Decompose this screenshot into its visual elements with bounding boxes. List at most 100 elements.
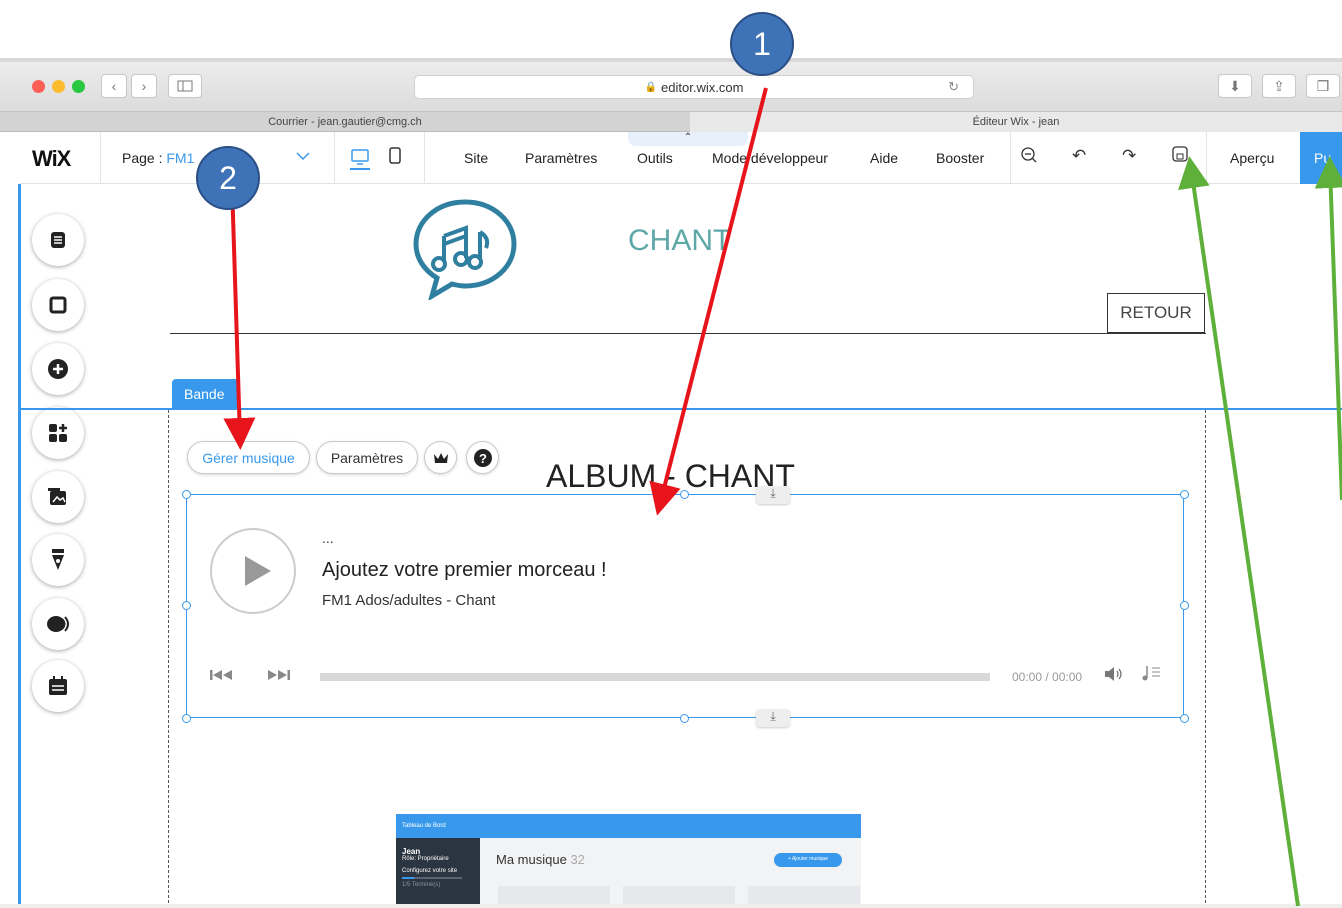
back-button[interactable]: RETOUR bbox=[1107, 293, 1205, 333]
add-apps-icon[interactable] bbox=[32, 407, 84, 459]
gridline-right bbox=[1205, 410, 1206, 908]
dashboard-header: Tableau de Bord bbox=[396, 814, 861, 838]
dashboard-setup-label: Configurez votre site bbox=[402, 868, 458, 874]
undo-icon[interactable]: ↶ bbox=[1072, 146, 1086, 166]
bookings-calendar-icon[interactable] bbox=[32, 660, 84, 712]
playlist-icon[interactable] bbox=[1142, 664, 1162, 685]
bottom-edge bbox=[0, 904, 1342, 908]
media-icon[interactable] bbox=[32, 471, 84, 523]
tabs-overview-icon[interactable]: ❐ bbox=[1306, 74, 1340, 98]
divider bbox=[334, 132, 335, 184]
help-icon[interactable]: ? bbox=[466, 441, 499, 474]
manage-music-button[interactable]: Gérer musique bbox=[187, 441, 310, 474]
previous-track-icon[interactable] bbox=[210, 668, 234, 684]
desktop-view-icon[interactable] bbox=[350, 146, 376, 170]
resize-handle[interactable] bbox=[1180, 714, 1189, 723]
tab-wix-editor[interactable]: Éditeur Wix - jean bbox=[690, 112, 1342, 132]
resize-handle[interactable] bbox=[680, 490, 689, 499]
play-button[interactable] bbox=[210, 528, 296, 614]
crown-upgrade-icon[interactable] bbox=[424, 441, 457, 474]
dashboard-setup-progress: 1/5 Terminé(s) bbox=[402, 882, 441, 888]
divider bbox=[1206, 132, 1207, 184]
minimize-window-button[interactable] bbox=[52, 80, 65, 93]
dashboard-setup-bar bbox=[402, 877, 462, 879]
dashboard-screenshot: Tableau de Bord Jean Rôle: Propriétaire … bbox=[396, 814, 861, 908]
track-title: Ajoutez votre premier morceau ! bbox=[322, 559, 607, 581]
strip-label[interactable]: Bande bbox=[172, 379, 239, 408]
address-bar[interactable]: 🔒 editor.wix.com ↻ bbox=[414, 75, 974, 99]
downloads-icon[interactable]: ⬇ bbox=[1218, 74, 1252, 98]
sidebar-toggle-icon[interactable] bbox=[168, 74, 202, 98]
page-name: FM1 bbox=[166, 150, 195, 166]
preview-button[interactable]: Aperçu bbox=[1230, 150, 1274, 166]
chevron-down-icon[interactable] bbox=[296, 148, 310, 164]
mac-menubar bbox=[0, 0, 1342, 62]
svg-text:?: ? bbox=[479, 451, 487, 466]
widget-settings-button[interactable]: Paramètres bbox=[316, 441, 418, 474]
volume-icon[interactable] bbox=[1104, 667, 1124, 684]
resize-handle[interactable] bbox=[182, 601, 191, 610]
menu-dev-mode[interactable]: Mode développeur bbox=[712, 150, 828, 166]
close-window-button[interactable] bbox=[32, 80, 45, 93]
pages-menu-icon[interactable] bbox=[32, 214, 84, 266]
zoom-out-icon[interactable] bbox=[1020, 146, 1038, 169]
resize-handle[interactable] bbox=[1180, 601, 1189, 610]
strip-selection-line bbox=[21, 408, 1342, 410]
track-time: 00:00 / 00:00 bbox=[1012, 670, 1083, 684]
site-title: CHANT bbox=[628, 224, 732, 257]
music-chat-logo bbox=[410, 196, 520, 305]
next-track-icon[interactable] bbox=[268, 668, 292, 684]
back-icon[interactable]: ‹ bbox=[101, 74, 127, 98]
browser-toolbar: ‹ › 🔒 editor.wix.com ↻ ⬇ ⇪ ❐ bbox=[0, 62, 1342, 112]
pen-blog-icon[interactable] bbox=[32, 534, 84, 586]
header-divider bbox=[170, 333, 1206, 334]
tab-mail[interactable]: Courrier - jean.gautier@cmg.ch bbox=[0, 112, 690, 132]
reload-icon[interactable]: ↻ bbox=[948, 79, 959, 95]
divider bbox=[1010, 132, 1011, 184]
menu-tools[interactable]: Outils bbox=[637, 150, 673, 166]
page-label: Page : bbox=[122, 150, 167, 166]
dashboard-section-label: Ma musique bbox=[496, 852, 567, 867]
lock-icon: 🔒 bbox=[644, 81, 658, 93]
canvas-edge bbox=[18, 184, 21, 908]
stretch-handle-icon[interactable]: ⤓ bbox=[756, 709, 790, 727]
green-arrow-save bbox=[1178, 156, 1300, 907]
forward-icon[interactable]: › bbox=[131, 74, 157, 98]
stretch-handle-icon[interactable]: ⤓ bbox=[756, 486, 790, 504]
divider bbox=[100, 132, 101, 184]
share-icon[interactable]: ⇪ bbox=[1262, 74, 1296, 98]
green-arrow-publish bbox=[1314, 156, 1342, 501]
resize-handle[interactable] bbox=[1180, 490, 1189, 499]
background-icon[interactable] bbox=[32, 279, 84, 331]
resize-handle[interactable] bbox=[680, 714, 689, 723]
resize-handle[interactable] bbox=[182, 490, 191, 499]
dashboard-add-music-button: + Ajouter musique bbox=[774, 853, 842, 867]
redo-icon[interactable]: ↷ bbox=[1122, 146, 1136, 166]
annotation-badge-1: 1 bbox=[730, 12, 794, 76]
dashboard-user-role: Rôle: Propriétaire bbox=[402, 856, 449, 862]
mobile-view-icon[interactable] bbox=[388, 146, 408, 168]
url-text: editor.wix.com bbox=[661, 79, 744, 95]
zoom-window-button[interactable] bbox=[72, 80, 85, 93]
gridline-left bbox=[168, 410, 169, 908]
menu-settings[interactable]: Paramètres bbox=[525, 150, 597, 166]
dashboard-sidebar: Jean Rôle: Propriétaire Configurez votre… bbox=[396, 838, 480, 908]
seek-bar[interactable] bbox=[320, 673, 990, 681]
track-artist: FM1 Ados/adultes - Chant bbox=[322, 592, 496, 609]
browser-tabs: Courrier - jean.gautier@cmg.ch Éditeur W… bbox=[0, 112, 1342, 132]
divider bbox=[424, 132, 425, 184]
add-element-icon[interactable] bbox=[32, 343, 84, 395]
dashboard-music-count: 32 bbox=[570, 852, 585, 867]
wix-logo: WiX bbox=[32, 146, 71, 171]
collapse-toolbar-tab[interactable]: ⌃ bbox=[628, 132, 748, 146]
save-icon[interactable] bbox=[1172, 146, 1188, 167]
chat-icon[interactable] bbox=[32, 598, 84, 650]
menu-help[interactable]: Aide bbox=[870, 150, 898, 166]
publish-button[interactable]: Pu bbox=[1300, 132, 1342, 184]
menu-booster[interactable]: Booster bbox=[936, 150, 984, 166]
resize-handle[interactable] bbox=[182, 714, 191, 723]
dashboard-user-name: Jean bbox=[402, 847, 421, 856]
annotation-badge-2: 2 bbox=[196, 146, 260, 210]
track-dots: ... bbox=[322, 530, 334, 546]
menu-site[interactable]: Site bbox=[464, 150, 488, 166]
